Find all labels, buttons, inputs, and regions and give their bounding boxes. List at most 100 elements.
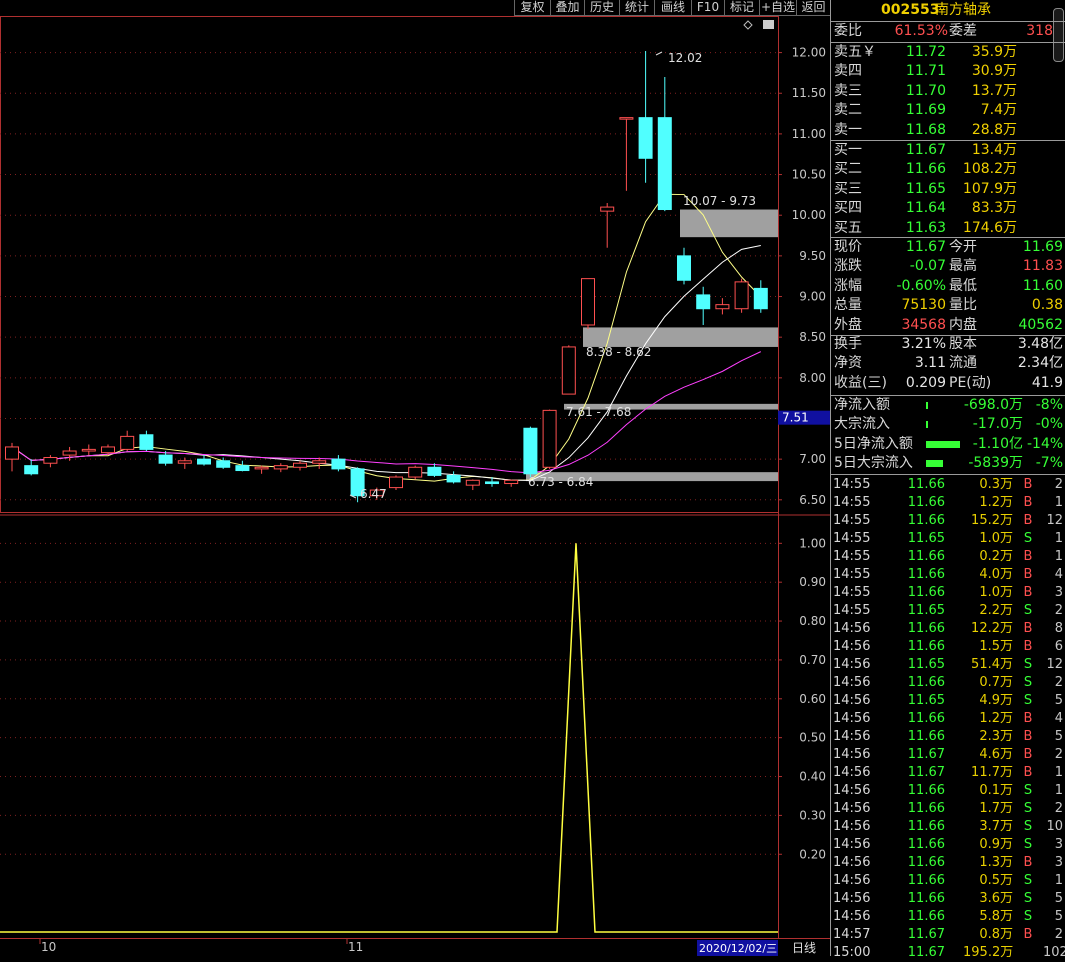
tick-row[interactable]: 14:56 11.66 5.8万 S 5 [831,908,1065,926]
candle[interactable] [5,442,19,472]
fundamental-label: PE(动) [949,374,992,391]
candle[interactable] [600,203,615,248]
candle[interactable] [696,286,711,325]
candle[interactable] [657,76,672,212]
candle[interactable] [408,465,423,480]
candle[interactable] [638,50,653,183]
candle[interactable] [734,278,749,313]
order-row[interactable]: 买一 11.67 13.4万 [831,141,1065,160]
tick-row[interactable]: 14:56 11.66 12.2万 B 8 [831,620,1065,638]
tick-row[interactable]: 14:55 11.66 15.2万 B 12 [831,512,1065,530]
candle[interactable] [619,117,634,191]
order-row[interactable]: 买四 11.64 83.3万 [831,199,1065,218]
candle[interactable] [389,475,403,491]
candle[interactable] [120,430,135,452]
y-tick-label: 9.00 [799,290,826,304]
tick-side: B [1023,585,1033,600]
candle[interactable] [81,444,96,456]
tick-time: 14:56 [833,891,871,906]
tick-volume: 2.3万 [979,729,1013,744]
diamond-icon[interactable] [743,20,753,30]
tick-row[interactable]: 14:56 11.66 0.5万 S 1 [831,872,1065,890]
candle[interactable] [542,409,557,469]
candle[interactable] [561,345,576,395]
tick-row[interactable]: 14:56 11.65 4.9万 S 5 [831,692,1065,710]
price-annotation: 7.61 - 7.68 [566,405,631,419]
candle[interactable] [715,298,730,315]
order-row[interactable]: 卖四 11.71 30.9万 [831,62,1065,81]
toolbar-btn-7[interactable]: +自选 [759,0,796,16]
toolbar-btn-8[interactable]: 返回 [796,0,830,16]
toolbar-btn-5[interactable]: F10 [691,0,724,16]
tick-row[interactable]: 14:56 11.66 0.9万 S 3 [831,836,1065,854]
tick-row[interactable]: 14:55 11.66 1.2万 B 1 [831,494,1065,512]
tick-row[interactable]: 14:55 11.66 0.2万 B 1 [831,548,1065,566]
tick-row[interactable]: 14:56 11.66 1.3万 B 3 [831,854,1065,872]
indicator-tick-label: 1.00 [799,536,826,550]
fundamental-value: 3.11 [914,355,946,372]
candle[interactable] [446,471,461,484]
tick-price: 11.67 [907,747,945,762]
tick-row[interactable]: 14:56 11.66 3.7万 S 10 [831,818,1065,836]
tick-row[interactable]: 14:56 11.67 11.7万 B 1 [831,764,1065,782]
toolbar-btn-6[interactable]: 标记 [724,0,759,16]
candle[interactable] [254,465,269,474]
tick-row[interactable]: 14:57 11.67 0.8万 B 2 [831,926,1065,944]
tick-row[interactable]: 14:56 11.67 4.6万 B 2 [831,746,1065,764]
tick-volume: 4.9万 [979,693,1013,708]
tick-row[interactable]: 15:00 11.67 195.2万 102 [831,944,1065,962]
toolbar-btn-4[interactable]: 画线 [654,0,691,16]
window-icon[interactable] [763,20,774,29]
order-row[interactable]: 卖二 11.69 7.4万 [831,101,1065,120]
toolbar-btn-1[interactable]: 叠加 [550,0,584,16]
candle[interactable] [312,457,327,469]
candle[interactable] [139,430,154,452]
order-row[interactable]: 卖五￥ 11.72 35.9万 [831,43,1065,62]
candle-body [120,435,135,450]
tick-price: 11.66 [907,621,945,636]
candle[interactable] [465,479,480,491]
candle[interactable] [235,460,250,472]
order-row[interactable]: 卖一 11.68 28.8万 [831,121,1065,140]
tick-row[interactable]: 14:56 11.66 3.6万 S 5 [831,890,1065,908]
tick-row[interactable]: 14:55 11.66 1.0万 B 3 [831,584,1065,602]
chart-canvas[interactable]: 12.00 11.50 11.00 10.50 10.00 9.50 9.00 8.50 8.0… [0,0,830,956]
tick-count: 5 [1054,909,1063,924]
candle[interactable] [753,280,768,313]
candle[interactable] [293,460,307,471]
toolbar-btn-2[interactable]: 历史 [584,0,619,16]
period-label[interactable]: 日线 [792,941,816,955]
candle[interactable] [43,455,58,468]
tick-row[interactable]: 14:56 11.66 0.1万 S 1 [831,782,1065,800]
toolbar-btn-3[interactable]: 统计 [619,0,654,16]
tick-row[interactable]: 14:55 11.66 4.0万 B 4 [831,566,1065,584]
order-row[interactable]: 买二 11.66 108.2万 [831,160,1065,179]
order-row[interactable]: 卖三 11.70 13.7万 [831,82,1065,101]
flow-bar [926,402,928,409]
tick-row[interactable]: 14:56 11.65 51.4万 S 12 [831,656,1065,674]
tick-row[interactable]: 14:56 11.66 0.7万 S 2 [831,674,1065,692]
tick-row[interactable]: 14:56 11.66 1.7万 S 2 [831,800,1065,818]
tick-row[interactable]: 14:55 11.65 1.0万 S 1 [831,530,1065,548]
kline-chart-area[interactable]: 12.00 11.50 11.00 10.50 10.00 9.50 9.00 8.50 8.0… [0,0,830,956]
candle[interactable] [581,278,595,330]
tick-row[interactable]: 14:55 11.65 2.2万 S 2 [831,602,1065,620]
tick-row[interactable]: 14:56 11.66 2.3万 B 5 [831,728,1065,746]
tick-side: S [1023,657,1033,672]
order-label: 卖二 [834,102,862,119]
candle[interactable] [24,459,39,476]
toolbar-btn-0[interactable]: 复权 [514,0,550,16]
fundamental-row: 净资 3.11 流通 2.34亿 [831,354,1065,373]
candle[interactable] [677,247,691,285]
tick-side: B [1023,621,1033,636]
order-row[interactable]: 买三 11.65 107.9万 [831,180,1065,199]
candle[interactable] [331,455,346,472]
tick-row[interactable]: 14:55 11.66 0.3万 B 2 [831,476,1065,494]
candle[interactable] [504,479,519,487]
tick-side: S [1023,801,1033,816]
candle[interactable] [523,426,538,478]
tick-row[interactable]: 14:56 11.66 1.2万 B 4 [831,710,1065,728]
order-row[interactable]: 买五 11.63 174.6万 [831,219,1065,238]
candle[interactable] [273,463,288,473]
tick-row[interactable]: 14:56 11.66 1.5万 B 6 [831,638,1065,656]
